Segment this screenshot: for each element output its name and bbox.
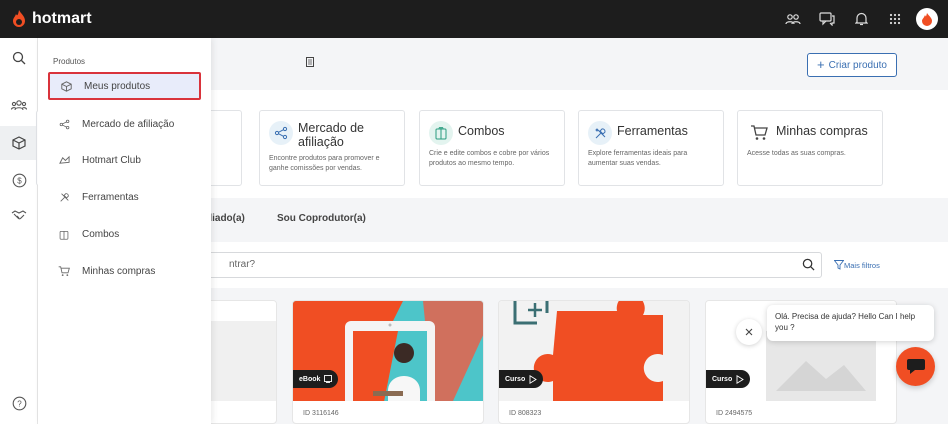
community-icon[interactable] <box>776 0 810 38</box>
menu-section-title: Produtos <box>53 57 86 66</box>
badge-label: eBook <box>299 375 321 383</box>
network-icon <box>269 121 293 145</box>
menu-item-my-products[interactable]: Meus produtos <box>48 72 201 100</box>
filter-icon <box>834 260 844 270</box>
create-product-button[interactable]: + Criar produto <box>807 53 897 77</box>
type-badge: Curso <box>706 370 751 388</box>
svg-text:?: ? <box>17 399 22 408</box>
product-card[interactable]: Curso ID 808323 <box>498 300 690 424</box>
menu-item-tools[interactable]: Ferramentas <box>48 183 201 211</box>
more-filters-button[interactable]: Mais filtros <box>834 260 880 270</box>
tools-icon <box>588 121 612 145</box>
card-desc: Explore ferramentas ideais para aumentar… <box>588 150 688 167</box>
card-desc: Crie e edite combos e cobre por vários p… <box>429 150 550 167</box>
card-title: Minhas compras <box>776 124 868 138</box>
combo-icon <box>429 121 453 145</box>
flame-icon <box>922 13 932 26</box>
product-id: ID 2494575 <box>716 410 753 417</box>
menu-item-combos[interactable]: Combos <box>48 220 201 248</box>
apps-grid-icon[interactable] <box>878 0 912 38</box>
search-icon[interactable] <box>0 41 38 75</box>
card-title: Mercado de afiliação <box>298 121 365 149</box>
avatar[interactable] <box>916 8 938 30</box>
card-tools[interactable]: Ferramentas Explore ferramentas ideais p… <box>578 110 724 186</box>
search-icon[interactable] <box>802 258 815 276</box>
people-icon[interactable] <box>0 88 38 122</box>
hotmart-logo[interactable]: hotmart <box>10 9 92 29</box>
club-icon <box>56 155 72 166</box>
tab-coproducer[interactable]: Sou Coprodutor(a) <box>277 213 366 224</box>
menu-item-label: Combos <box>82 228 120 240</box>
dollar-icon[interactable]: $ <box>0 163 38 197</box>
badge-label: Curso <box>505 375 526 383</box>
brand-name: hotmart <box>32 10 92 27</box>
menu-item-affiliate-market[interactable]: Mercado de afiliação <box>48 110 201 138</box>
product-id: ID 808323 <box>509 410 542 417</box>
handshake-icon[interactable] <box>0 198 38 232</box>
type-badge: Curso <box>499 370 544 388</box>
menu-item-hotmart-club[interactable]: Hotmart Club <box>48 146 201 174</box>
menu-item-label: Ferramentas <box>82 191 139 203</box>
search-input[interactable] <box>229 259 629 270</box>
card-combos[interactable]: Combos Crie e edite combos e cobre por v… <box>419 110 565 186</box>
help-icon[interactable]: ? <box>0 386 38 420</box>
card-desc: Acesse todas as suas compras. <box>747 150 846 157</box>
menu-item-my-purchases[interactable]: Minhas compras <box>48 257 201 285</box>
svg-text:$: $ <box>17 176 22 185</box>
menu-item-label: Meus produtos <box>84 80 151 92</box>
network-icon <box>56 119 72 130</box>
filters-label: Mais filtros <box>844 260 880 270</box>
tablet-icon <box>324 375 333 383</box>
combo-icon <box>56 229 72 240</box>
card-title: Ferramentas <box>617 124 688 138</box>
play-icon <box>736 374 745 384</box>
chat-message[interactable]: Olá. Precisa de ajuda? Hello Can I help … <box>767 305 934 341</box>
menu-item-label: Minhas compras <box>82 265 156 277</box>
box-icon <box>58 80 74 92</box>
card-desc: Encontre produtos para promover e ganhe … <box>269 155 380 172</box>
chat-close-button[interactable] <box>736 319 762 345</box>
products-flyout-menu: Produtos Meus produtos Mercado de afilia… <box>38 38 211 424</box>
tools-icon <box>56 192 72 203</box>
cart-icon <box>747 121 771 145</box>
badge-label: Curso <box>712 375 733 383</box>
menu-item-label: Mercado de afiliação <box>82 118 175 130</box>
card-affiliate-market[interactable]: Mercado de afiliação Encontre produtos p… <box>259 110 405 186</box>
flame-icon <box>13 10 25 27</box>
menu-item-label: Hotmart Club <box>82 154 141 166</box>
card-my-purchases[interactable]: Minhas compras Acesse todas as suas comp… <box>737 110 883 186</box>
type-badge: eBook <box>293 370 339 388</box>
cart-icon <box>56 265 72 277</box>
product-card[interactable]: eBook ID 3116146 <box>292 300 484 424</box>
plus-icon: + <box>817 57 825 72</box>
top-bar: hotmart <box>0 0 948 38</box>
chat-icon <box>906 358 925 374</box>
chat-launcher-button[interactable] <box>896 347 935 386</box>
document-icon <box>306 54 314 72</box>
close-icon <box>745 328 753 336</box>
bell-icon[interactable] <box>844 0 878 38</box>
product-id: ID 3116146 <box>303 410 339 417</box>
chat-icon[interactable] <box>810 0 844 38</box>
box-icon[interactable] <box>0 126 38 160</box>
create-product-label: Criar produto <box>828 59 887 71</box>
left-rail: $ ? <box>0 38 38 424</box>
play-icon <box>529 374 538 384</box>
card-title: Combos <box>458 124 505 138</box>
